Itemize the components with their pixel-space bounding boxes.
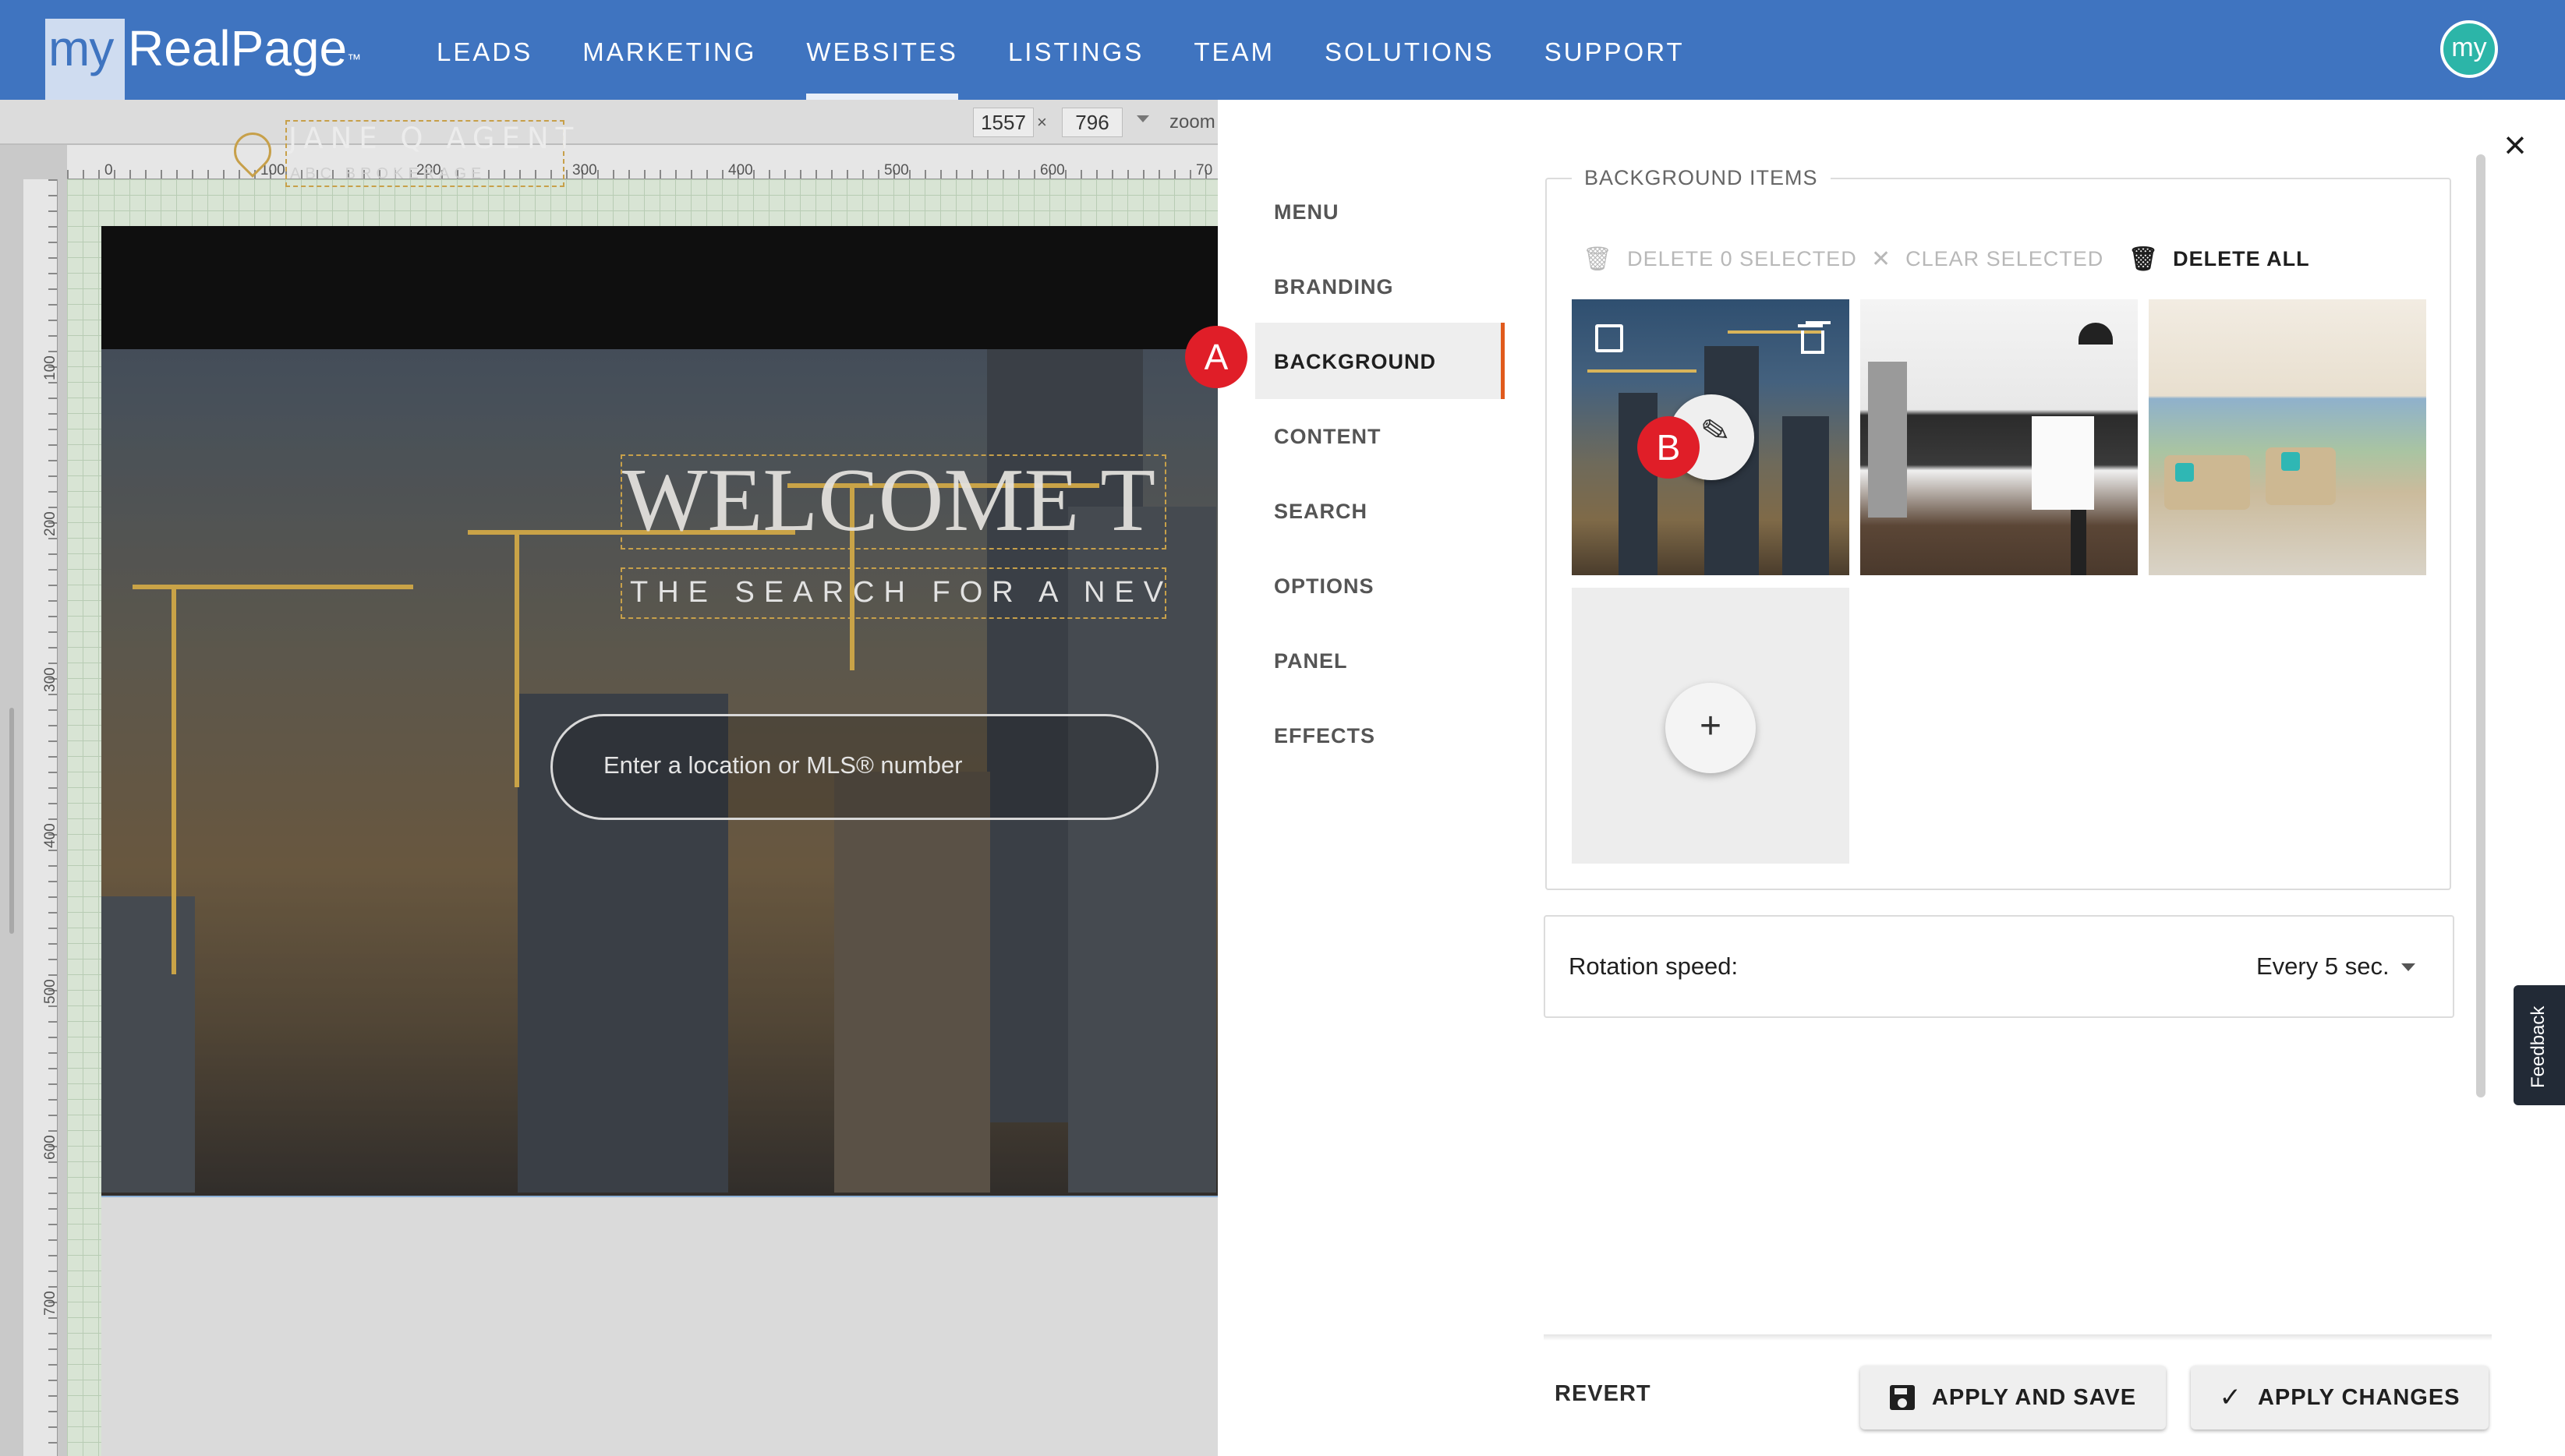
logo-brand-text: RealPage	[128, 20, 348, 76]
trash-icon[interactable]	[1798, 323, 1824, 354]
ruler-tick-label: 100	[42, 355, 58, 380]
ruler-tick-label: 400	[42, 823, 58, 848]
building-shape	[101, 896, 195, 1193]
delete-all-button[interactable]: 🗑 DELETE ALL	[2128, 245, 2310, 273]
side-menu-panel[interactable]: PANEL	[1274, 645, 1348, 677]
editor-scrollbar[interactable]	[9, 708, 14, 934]
kitchen-island-shape	[2032, 416, 2094, 510]
clear-selected-label: CLEAR SELECTED	[1905, 246, 2104, 270]
trash-icon: 🗑	[2128, 246, 2160, 272]
user-avatar[interactable]: my	[2440, 20, 2498, 78]
trash-icon: 🗑	[1583, 246, 1614, 272]
ruler-tick-label: 200	[42, 511, 58, 536]
logo-brand[interactable]: RealPage™	[128, 19, 361, 78]
side-menu-background[interactable]: BACKGROUND	[1274, 346, 1436, 377]
side-menu-menu[interactable]: MENU	[1274, 196, 1339, 228]
agent-name[interactable]: JANE Q AGENT	[288, 122, 580, 155]
building-shape	[834, 772, 990, 1193]
apply-and-save-label: APPLY AND SAVE	[1931, 1384, 2137, 1410]
cushion-shape	[2175, 463, 2194, 482]
side-menu-options[interactable]: OPTIONS	[1274, 571, 1374, 602]
panel-scrollbar[interactable]	[2476, 154, 2485, 1097]
delete-selected-label: DELETE 0 SELECTED	[1627, 246, 1857, 270]
sofa-shape	[2266, 447, 2336, 505]
building-shape	[1782, 416, 1829, 575]
ruler-tick-label: 300	[572, 162, 597, 178]
canvas-empty-area	[101, 1196, 1218, 1456]
rotation-speed-select[interactable]: Every 5 sec.	[2256, 952, 2390, 981]
close-icon[interactable]: ×	[2498, 125, 2532, 164]
logo-trademark: ™	[347, 51, 362, 67]
background-thumbnail-kitchen[interactable]	[1860, 299, 2138, 575]
site-search-placeholder[interactable]: Enter a location or MLS® number	[603, 751, 963, 779]
fridge-shape	[1868, 362, 1907, 518]
editor-toolbar: 1557 × 796 zoom	[0, 100, 1218, 145]
thumbnail-checkbox[interactable]	[1595, 324, 1623, 352]
chevron-down-icon[interactable]	[2401, 963, 2415, 971]
apply-changes-label: APPLY CHANGES	[2257, 1384, 2461, 1410]
side-menu-branding[interactable]: BRANDING	[1274, 271, 1394, 302]
annotation-marker-a: A	[1185, 326, 1247, 388]
ruler-tick-label: 70	[1196, 162, 1213, 178]
nav-support[interactable]: SUPPORT	[1544, 0, 1685, 100]
cushion-shape	[2281, 452, 2300, 471]
dimension-separator: ×	[1037, 112, 1047, 132]
site-editor-canvas: 1557 × 796 zoom 0 100 200 300 400 500 60…	[0, 100, 1218, 1456]
nav-listings[interactable]: LISTINGS	[1008, 0, 1144, 100]
website-preview[interactable]	[101, 226, 1218, 1196]
apply-changes-button[interactable]: ✓ APPLY CHANGES	[2191, 1366, 2489, 1429]
site-header	[101, 226, 1218, 349]
zoom-label[interactable]: zoom	[1169, 108, 1215, 137]
stool-shape	[2071, 510, 2086, 575]
apply-and-save-button[interactable]: APPLY AND SAVE	[1860, 1366, 2166, 1429]
main-nav: LEADS MARKETING WEBSITES LISTINGS TEAM S…	[437, 0, 1735, 100]
rotation-speed-label: Rotation speed:	[1569, 952, 1739, 980]
close-icon: ✕	[1871, 246, 1892, 272]
ruler-tick-label: 500	[42, 979, 58, 1004]
crane-shape	[172, 585, 176, 974]
side-menu-content[interactable]: CONTENT	[1274, 421, 1382, 452]
revert-button[interactable]: REVERT	[1555, 1381, 1651, 1407]
nav-websites[interactable]: WEBSITES	[806, 0, 958, 100]
nav-solutions[interactable]: SOLUTIONS	[1325, 0, 1495, 100]
ruler-tick-label: 300	[42, 667, 58, 692]
ruler-tick-label: 600	[1040, 162, 1065, 178]
feedback-label: Feedback	[2528, 1005, 2549, 1088]
background-thumbnail-living-room[interactable]	[2149, 299, 2426, 575]
brokerage-name[interactable]: ABC BROKERAGE	[290, 165, 486, 183]
pendant-lamp-shape	[2079, 323, 2113, 345]
ruler-tick-label: 500	[884, 162, 909, 178]
delete-all-label: DELETE ALL	[2173, 246, 2310, 270]
delete-selected-button[interactable]: 🗑 DELETE 0 SELECTED	[1583, 245, 1857, 273]
chevron-down-icon[interactable]	[1137, 115, 1149, 122]
annotation-marker-b: B	[1637, 416, 1700, 479]
ruler-tick-label: 600	[42, 1135, 58, 1160]
nav-marketing[interactable]: MARKETING	[582, 0, 756, 100]
crane-shape	[1587, 369, 1696, 373]
check-icon: ✓	[2219, 1383, 2242, 1412]
logo-my[interactable]: my	[48, 19, 114, 78]
top-nav-bar: my RealPage™ LEADS MARKETING WEBSITES LI…	[0, 0, 2565, 100]
crane-shape	[515, 530, 519, 787]
ruler-tick-label: 0	[104, 162, 113, 178]
background-items-title: BACKGROUND ITEMS	[1572, 162, 1831, 193]
tagline-text[interactable]: THE SEARCH FOR A NEV	[630, 572, 1173, 613]
side-menu-search[interactable]: SEARCH	[1274, 496, 1367, 527]
feedback-tab[interactable]: Feedback	[2514, 985, 2565, 1105]
nav-leads[interactable]: LEADS	[437, 0, 532, 100]
save-icon	[1889, 1385, 1915, 1410]
welcome-headline[interactable]: WELCOME T	[622, 452, 1155, 549]
add-background-button[interactable]: +	[1665, 683, 1756, 773]
pencil-icon: ✎	[1698, 410, 1733, 453]
clear-selected-button[interactable]: ✕ CLEAR SELECTED	[1871, 245, 2103, 273]
footer-divider	[1544, 1334, 2492, 1341]
width-input[interactable]: 1557	[973, 108, 1034, 137]
nav-team[interactable]: TEAM	[1194, 0, 1275, 100]
ruler-tick-label: 400	[728, 162, 753, 178]
side-menu-effects[interactable]: EFFECTS	[1274, 720, 1375, 751]
height-input[interactable]: 796	[1062, 108, 1123, 137]
ruler-tick-label: 700	[42, 1291, 58, 1316]
